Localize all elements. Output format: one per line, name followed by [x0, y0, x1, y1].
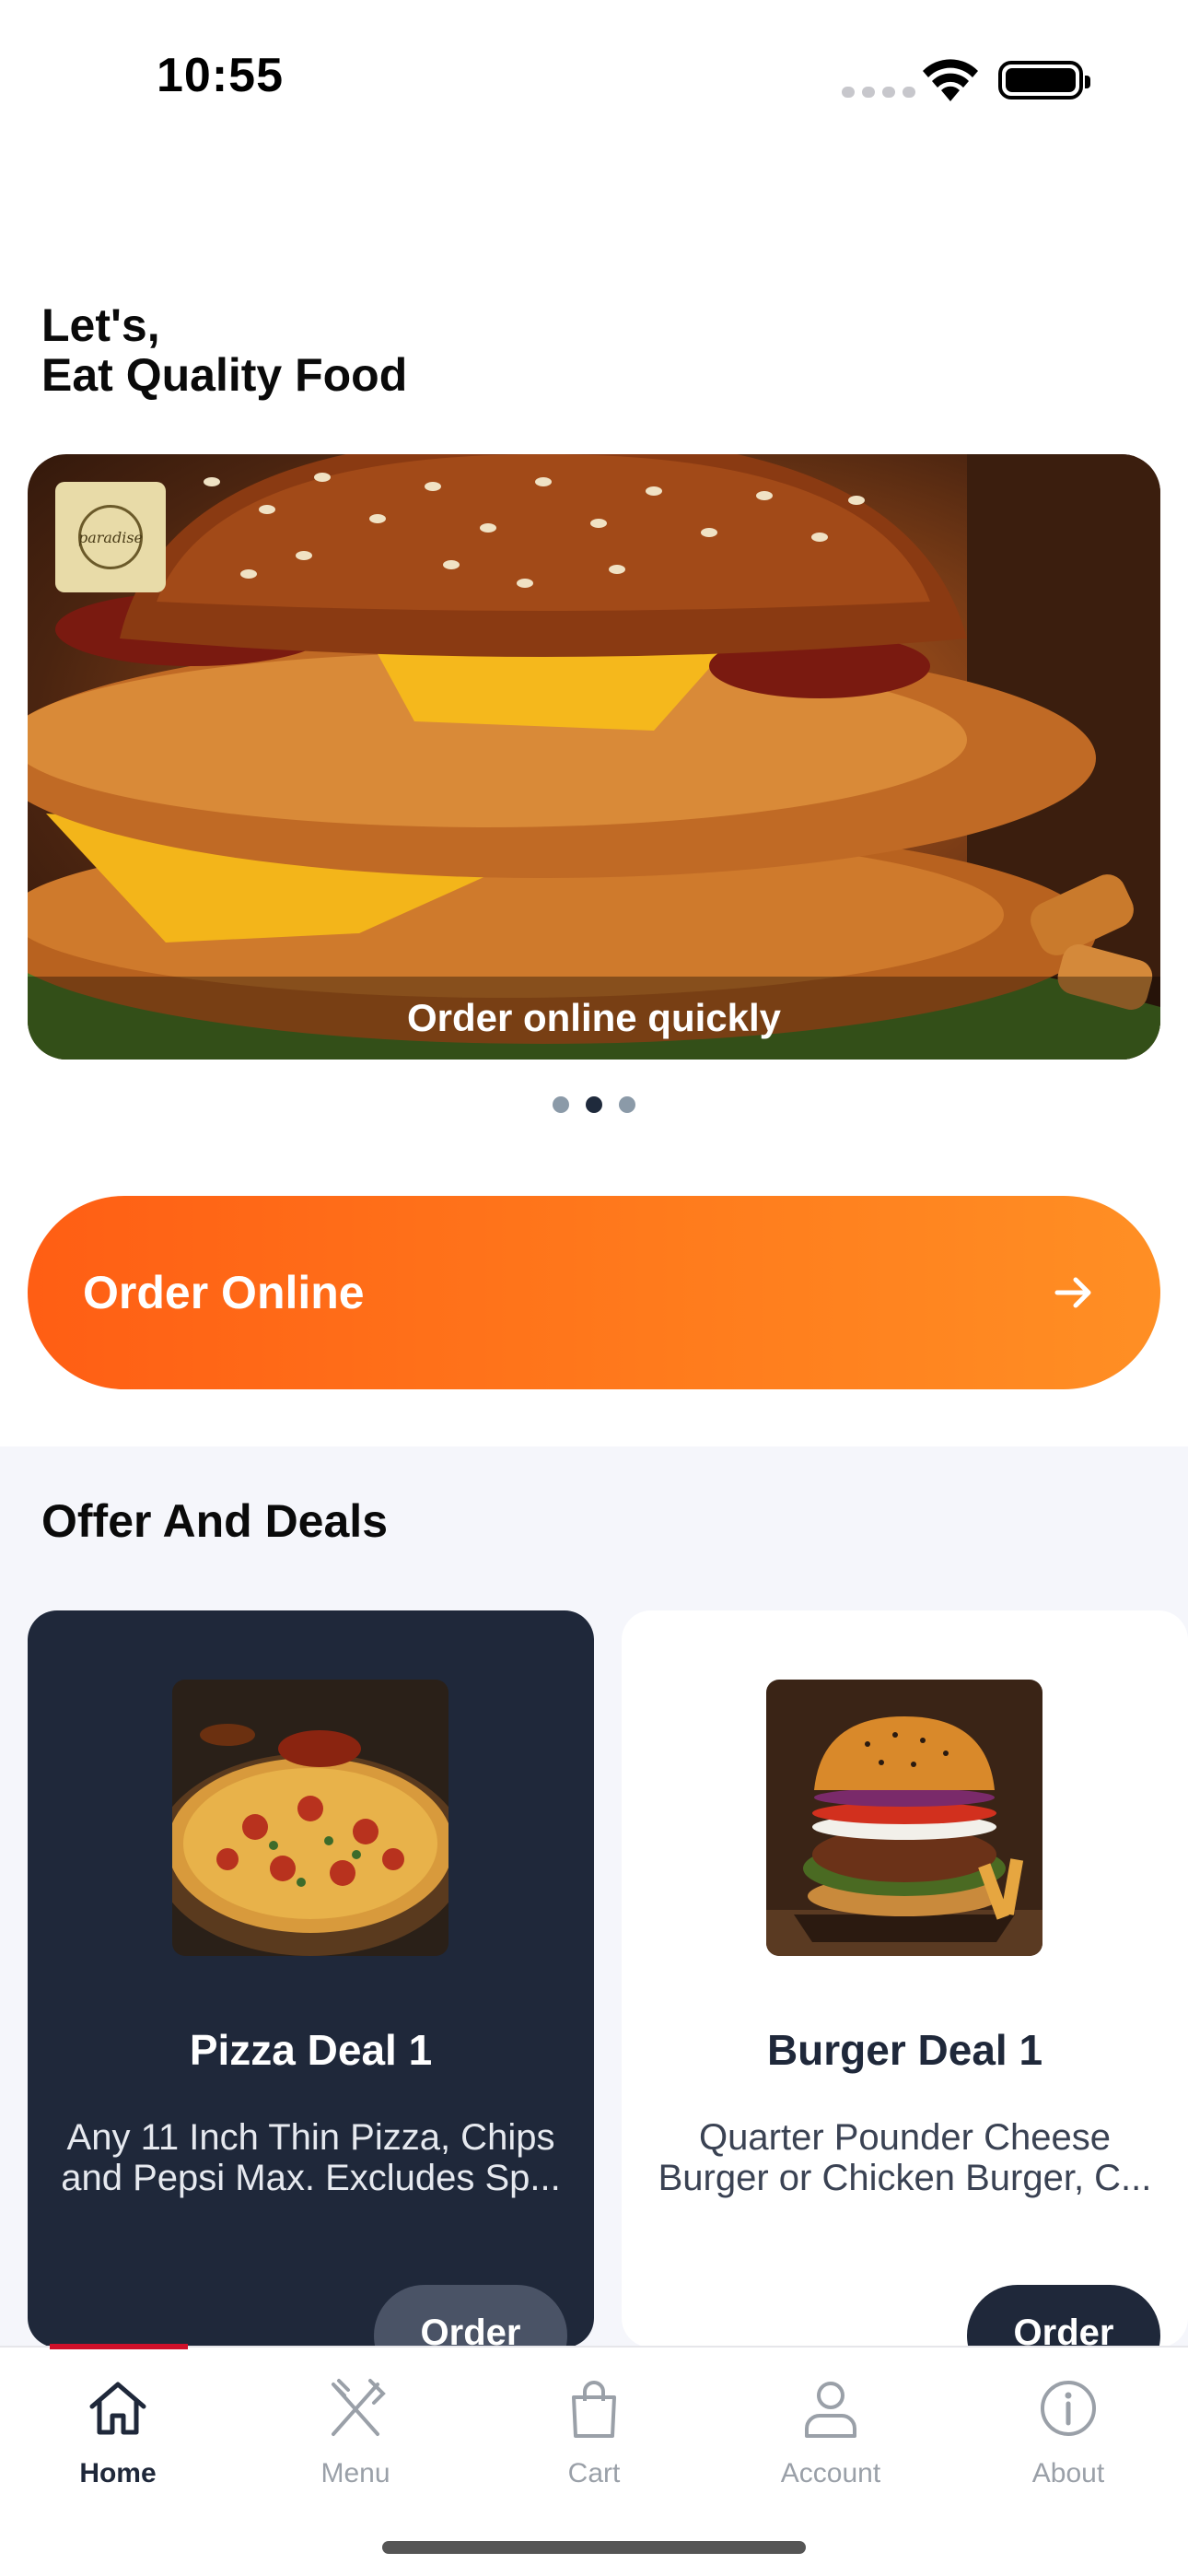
hero-carousel[interactable]: paradise Order online quickly: [28, 454, 1160, 1060]
battery-icon: [998, 61, 1090, 100]
pizza-deal-image: [172, 1680, 448, 1956]
arrow-right-icon: [1054, 1277, 1091, 1308]
deal-card-burger[interactable]: Burger Deal 1 Quarter Pounder Cheese Bur…: [622, 1610, 1188, 2348]
shopping-bag-icon: [572, 2381, 616, 2438]
burger-deal-image: [766, 1680, 1042, 1956]
tab-label: Menu: [320, 2458, 390, 2488]
deal-description: Quarter Pounder Cheese Burger or Chicken…: [658, 2117, 1152, 2198]
wifi-icon: [923, 59, 978, 101]
tab-home[interactable]: Home: [26, 2373, 210, 2489]
greeting-line-2: Eat Quality Food: [41, 349, 408, 401]
fork-knife-icon: [332, 2379, 386, 2436]
info-icon: [1041, 2381, 1096, 2436]
home-icon: [89, 2382, 146, 2435]
tab-label: Cart: [567, 2458, 621, 2488]
carousel-dots[interactable]: [0, 1096, 1188, 1113]
user-icon: [805, 2382, 856, 2438]
order-online-label: Order Online: [83, 1267, 365, 1318]
order-deal-button[interactable]: Order: [374, 2285, 567, 2348]
deal-description: Any 11 Inch Thin Pizza, Chips and Pepsi …: [61, 2117, 561, 2198]
offers-title: Offer And Deals: [41, 1495, 389, 1547]
status-bar: 10:55: [0, 0, 1188, 157]
order-deal-button[interactable]: Order: [967, 2285, 1160, 2348]
cellular-signal-icon: [842, 87, 915, 98]
carousel-dot-3[interactable]: [619, 1096, 635, 1113]
greeting-heading: Let's, Eat Quality Food: [41, 300, 407, 400]
home-indicator[interactable]: [382, 2541, 806, 2554]
deal-title: Pizza Deal 1: [189, 2026, 433, 2074]
carousel-dot-2[interactable]: [586, 1096, 602, 1113]
paradise-logo-icon: paradise: [55, 482, 166, 592]
tab-label: About: [1031, 2458, 1105, 2488]
tab-label: Account: [780, 2458, 881, 2488]
greeting-line-1: Let's,: [41, 299, 160, 351]
deal-title: Burger Deal 1: [766, 2026, 1043, 2074]
tab-menu[interactable]: Menu: [263, 2373, 448, 2489]
tab-about[interactable]: About: [976, 2373, 1160, 2489]
deal-card-pizza[interactable]: Pizza Deal 1 Any 11 Inch Thin Pizza, Chi…: [28, 1610, 594, 2348]
hero-caption: Order online quickly: [28, 977, 1160, 1060]
order-online-button[interactable]: Order Online: [28, 1196, 1160, 1389]
tab-label: Home: [79, 2458, 157, 2488]
carousel-dot-1[interactable]: [553, 1096, 569, 1113]
status-time: 10:55: [157, 49, 284, 102]
tab-account[interactable]: Account: [739, 2373, 923, 2489]
tab-cart[interactable]: Cart: [502, 2373, 686, 2489]
active-tab-indicator: [50, 2344, 188, 2349]
hero-burger-image: [28, 454, 1160, 1060]
